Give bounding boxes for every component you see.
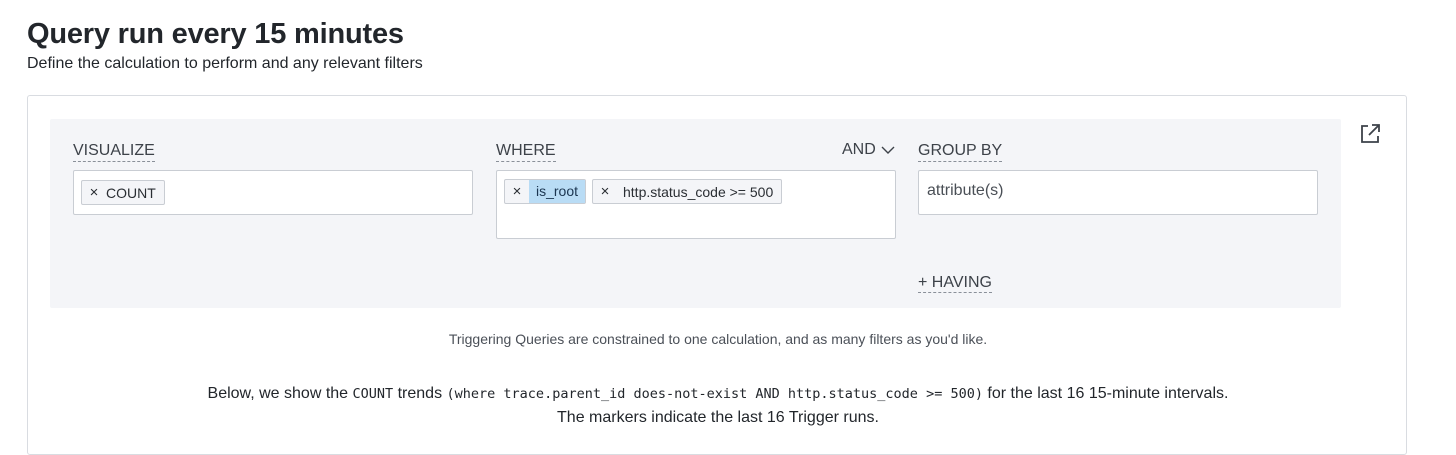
trend-summary-line1: Below, we show the COUNT trends (where t… [0,382,1436,406]
summary-prefix: Below, we show the [207,385,349,402]
group-by-placeholder: attribute(s) [927,182,1004,199]
summary-interval: 15-minute intervals. [1088,385,1229,402]
where-pill-is-root[interactable]: × is_root [504,179,587,204]
visualize-field[interactable]: × COUNT [73,170,473,215]
pill-label: COUNT [106,184,156,201]
pill-label: is_root [529,180,586,203]
visualize-pill-count[interactable]: × COUNT [81,180,165,205]
trend-summary: Below, we show the COUNT trends (where t… [0,382,1436,429]
summary-calc: COUNT [352,386,394,402]
page-subtitle: Define the calculation to perform and an… [27,55,423,72]
trend-summary-line2: The markers indicate the last 16 Trigger… [557,409,879,426]
summary-for: for the last 16 [987,385,1085,402]
where-operator-dropdown[interactable]: AND [842,141,895,159]
pill-label: http.status_code >= 500 [623,183,774,200]
summary-query: (where trace.parent_id does-not-exist AN… [446,386,983,402]
chevron-down-icon [881,146,895,154]
remove-icon[interactable]: × [505,183,529,200]
group-by-label[interactable]: GROUP BY [918,142,1003,162]
visualize-label[interactable]: VISUALIZE [73,142,155,162]
summary-trends: trends [397,385,443,402]
page-title: Query run every 15 minutes [27,18,404,50]
remove-icon[interactable]: × [82,184,106,201]
add-having-button[interactable]: + HAVING [918,274,992,293]
where-pill-status-code[interactable]: × http.status_code >= 500 [592,179,783,204]
remove-icon[interactable]: × [593,183,617,200]
group-by-field[interactable]: attribute(s) [918,170,1318,215]
where-field[interactable]: × is_root × http.status_code >= 500 [496,170,896,239]
where-operator-value: AND [842,141,876,158]
where-label[interactable]: WHERE [496,142,556,162]
constraint-note: Triggering Queries are constrained to on… [448,331,988,347]
external-link-icon[interactable] [1359,123,1381,145]
